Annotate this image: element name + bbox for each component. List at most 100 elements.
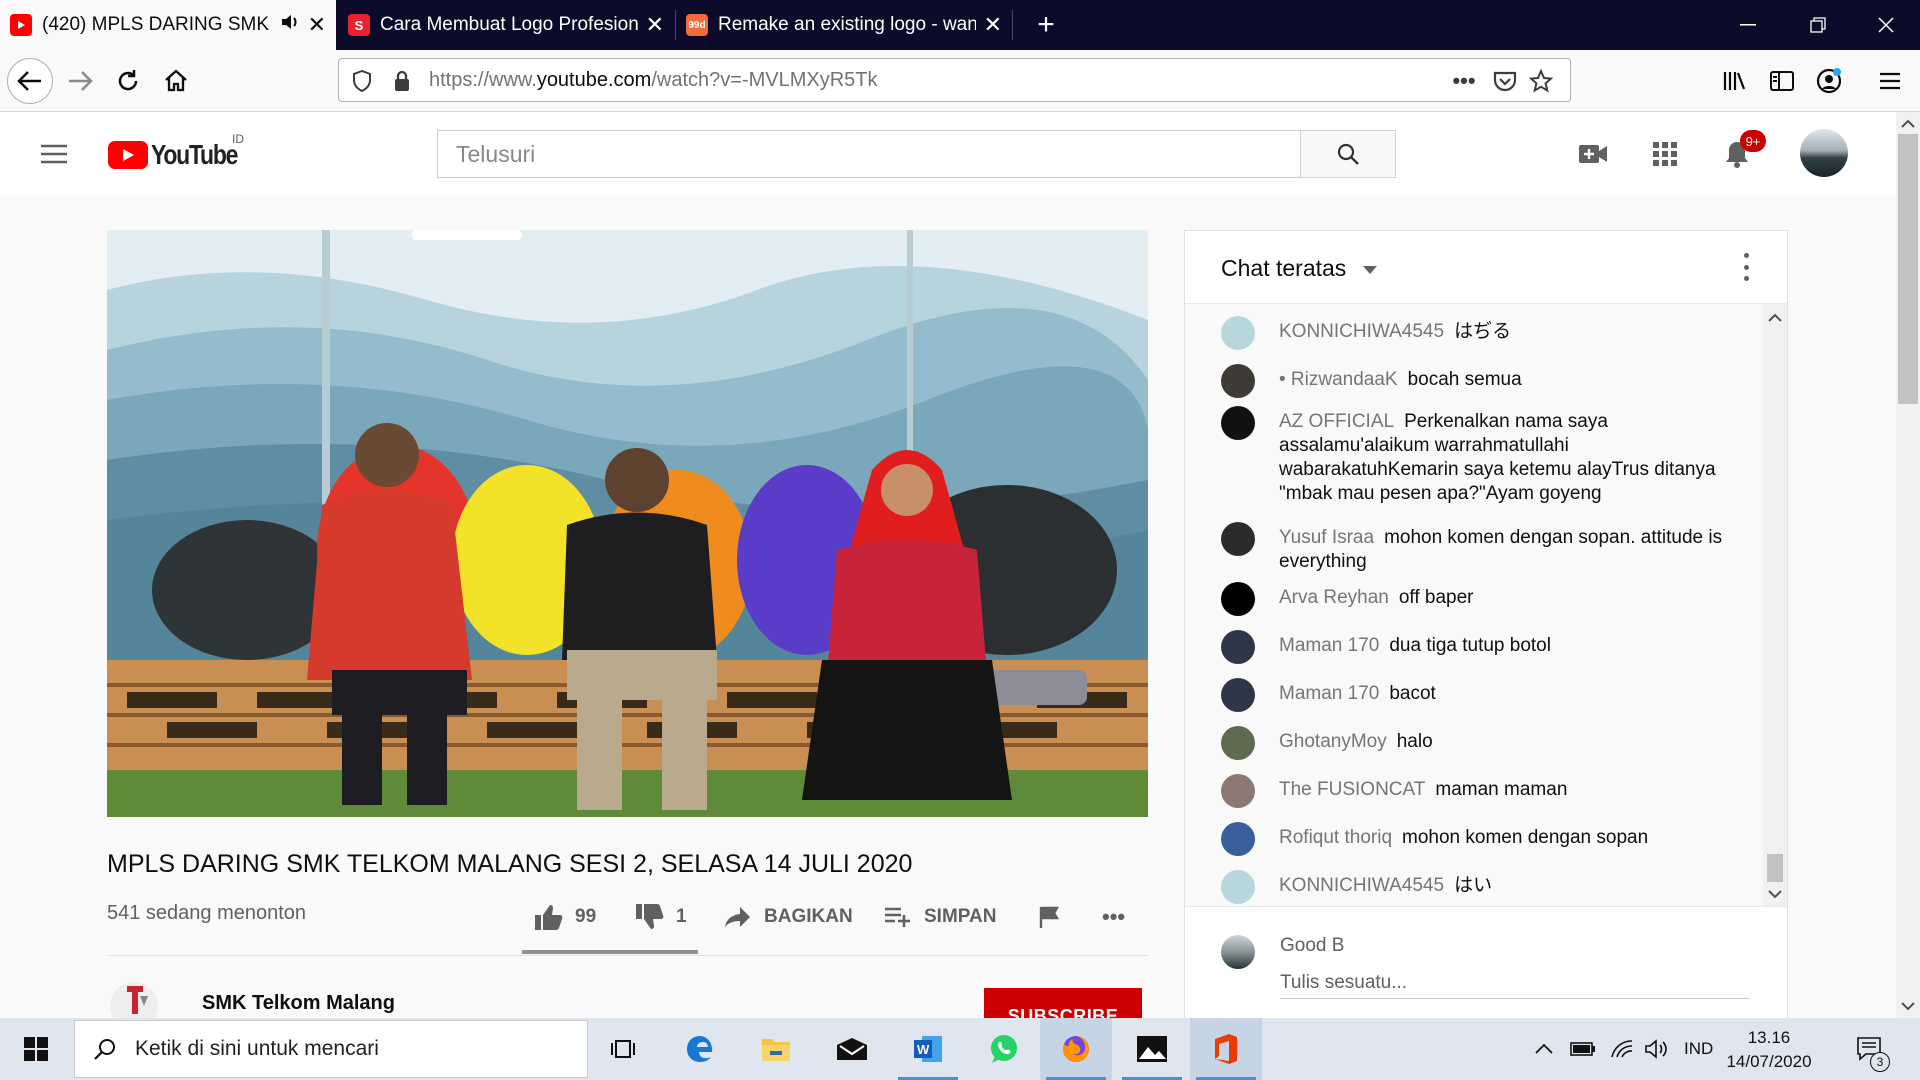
chat-avatar[interactable] (1221, 822, 1255, 856)
save-button[interactable]: SIMPAN (884, 900, 996, 934)
page-actions-icon[interactable]: ••• (1451, 68, 1477, 94)
chat-text: bocah semua (1407, 369, 1522, 390)
more-actions-button[interactable]: ••• (1102, 900, 1125, 934)
word-icon[interactable]: W (892, 1018, 964, 1080)
bookmark-star-icon[interactable] (1528, 68, 1554, 94)
close-tab-icon[interactable]: ✕ (984, 12, 1002, 38)
input-language[interactable]: IND (1684, 1018, 1713, 1080)
dislike-button[interactable]: 1 (634, 900, 687, 934)
wifi-icon[interactable] (1610, 1018, 1634, 1080)
like-button[interactable]: 99 (533, 900, 596, 934)
my-name: Good B (1280, 935, 1345, 956)
chat-author[interactable]: • RizwandaaK (1279, 369, 1398, 390)
whatsapp-icon[interactable] (968, 1018, 1040, 1080)
chat-author[interactable]: AZ OFFICIAL (1279, 411, 1394, 432)
scroll-up-icon (1768, 313, 1782, 322)
chat-avatar[interactable] (1221, 522, 1255, 556)
chat-message-input[interactable] (1280, 967, 1750, 999)
close-window-button[interactable] (1856, 0, 1916, 50)
chat-author[interactable]: Maman 170 (1279, 635, 1379, 656)
my-avatar (1221, 935, 1255, 969)
chat-author[interactable]: KONNICHIWA4545 (1279, 321, 1444, 342)
taskbar-search-input[interactable] (135, 1037, 555, 1061)
page-scrollbar[interactable] (1896, 112, 1920, 1018)
channel-logo[interactable] (107, 980, 161, 1030)
youtube-header: YouTube ID 9+ (0, 112, 1896, 195)
chat-message: Maman 170 bacot (1221, 678, 1729, 712)
create-video-icon[interactable] (1571, 132, 1615, 176)
tab-youtube[interactable]: (420) MPLS DARING SMK TELKOM MALANG SESI… (0, 0, 336, 50)
chat-more-icon[interactable] (1741, 253, 1751, 281)
file-explorer-icon[interactable] (740, 1018, 812, 1080)
share-button[interactable]: BAGIKAN (724, 900, 853, 934)
video-player[interactable] (107, 230, 1148, 817)
chat-mode-dropdown[interactable]: Chat teratas (1221, 255, 1377, 282)
chat-avatar[interactable] (1221, 316, 1255, 350)
task-view-icon[interactable] (588, 1018, 660, 1080)
volume-icon[interactable] (1644, 1018, 1670, 1080)
restore-button[interactable] (1788, 0, 1848, 50)
chat-author[interactable]: GhotanyMoy (1279, 731, 1387, 752)
user-avatar[interactable] (1800, 129, 1848, 177)
page-scroll-thumb[interactable] (1898, 134, 1918, 404)
chat-avatar[interactable] (1221, 630, 1255, 664)
home-button[interactable] (153, 58, 199, 104)
minimize-button[interactable] (1718, 0, 1778, 50)
close-tab-icon[interactable]: ✕ (308, 12, 326, 38)
back-button[interactable] (7, 58, 53, 104)
system-clock[interactable]: 13.16 14/07/2020 (1714, 1026, 1824, 1074)
chat-author[interactable]: KONNICHIWA4545 (1279, 875, 1444, 896)
chat-text: halo (1396, 731, 1433, 752)
sidebar-icon[interactable] (1759, 58, 1805, 104)
chat-text: dua tiga tutup botol (1389, 635, 1551, 656)
mail-icon[interactable] (816, 1018, 888, 1080)
tab-99designs[interactable]: 99d Remake an existing logo - want ✕ (676, 0, 1012, 50)
chat-avatar[interactable] (1221, 582, 1255, 616)
chat-avatar[interactable] (1221, 870, 1255, 904)
apps-grid-icon[interactable] (1643, 132, 1687, 176)
chat-avatar[interactable] (1221, 726, 1255, 760)
chat-avatar[interactable] (1221, 364, 1255, 398)
chat-author[interactable]: Arva Reyhan (1279, 587, 1389, 608)
chat-avatar[interactable] (1221, 774, 1255, 808)
region-code: ID (232, 132, 244, 146)
speaker-icon[interactable] (280, 13, 300, 37)
start-button[interactable] (0, 1018, 72, 1080)
menu-icon[interactable] (1867, 58, 1913, 104)
video-title: MPLS DARING SMK TELKOM MALANG SESI 2, SE… (107, 850, 913, 878)
chat-scroll-thumb[interactable] (1767, 854, 1783, 882)
shield-icon[interactable] (349, 68, 375, 94)
chat-avatar[interactable] (1221, 406, 1255, 440)
new-tab-button[interactable]: + (1016, 0, 1076, 50)
s-favicon-icon: S (348, 14, 370, 36)
battery-icon[interactable] (1570, 1018, 1596, 1080)
chat-author[interactable]: Yusuf Israa (1279, 527, 1374, 548)
account-icon[interactable] (1806, 58, 1852, 104)
library-icon[interactable] (1712, 58, 1758, 104)
channel-name[interactable]: SMK Telkom Malang (202, 992, 395, 1015)
chat-avatar[interactable] (1221, 678, 1255, 712)
guide-menu-icon[interactable] (32, 132, 76, 176)
search-input[interactable] (438, 131, 1300, 177)
tab-logo-profesional[interactable]: S Cara Membuat Logo Profesional ✕ (338, 0, 674, 50)
reload-button[interactable] (105, 58, 151, 104)
close-tab-icon[interactable]: ✕ (646, 12, 664, 38)
forward-button[interactable] (57, 58, 103, 104)
chat-author[interactable]: Rofiqut thoriq (1279, 827, 1392, 848)
report-button[interactable] (1038, 900, 1074, 934)
firefox-icon[interactable] (1040, 1018, 1112, 1080)
chat-scrollbar[interactable] (1763, 304, 1787, 906)
edge-icon[interactable] (664, 1018, 736, 1080)
search-button[interactable] (1300, 130, 1396, 178)
chat-author[interactable]: The FUSIONCAT (1279, 779, 1425, 800)
pocket-icon[interactable] (1492, 68, 1518, 94)
photos-icon[interactable] (1116, 1018, 1188, 1080)
youtube-logo[interactable]: YouTube ID (108, 132, 256, 172)
taskbar-search[interactable] (74, 1020, 588, 1078)
lock-icon[interactable] (389, 68, 415, 94)
thumbs-down-icon (636, 904, 664, 929)
office-icon[interactable] (1190, 1018, 1262, 1080)
chat-author[interactable]: Maman 170 (1279, 683, 1379, 704)
url-bar[interactable]: https://www.youtube.com/watch?v=-MVLMXyR… (338, 58, 1571, 102)
show-hidden-icons[interactable] (1534, 1018, 1554, 1080)
